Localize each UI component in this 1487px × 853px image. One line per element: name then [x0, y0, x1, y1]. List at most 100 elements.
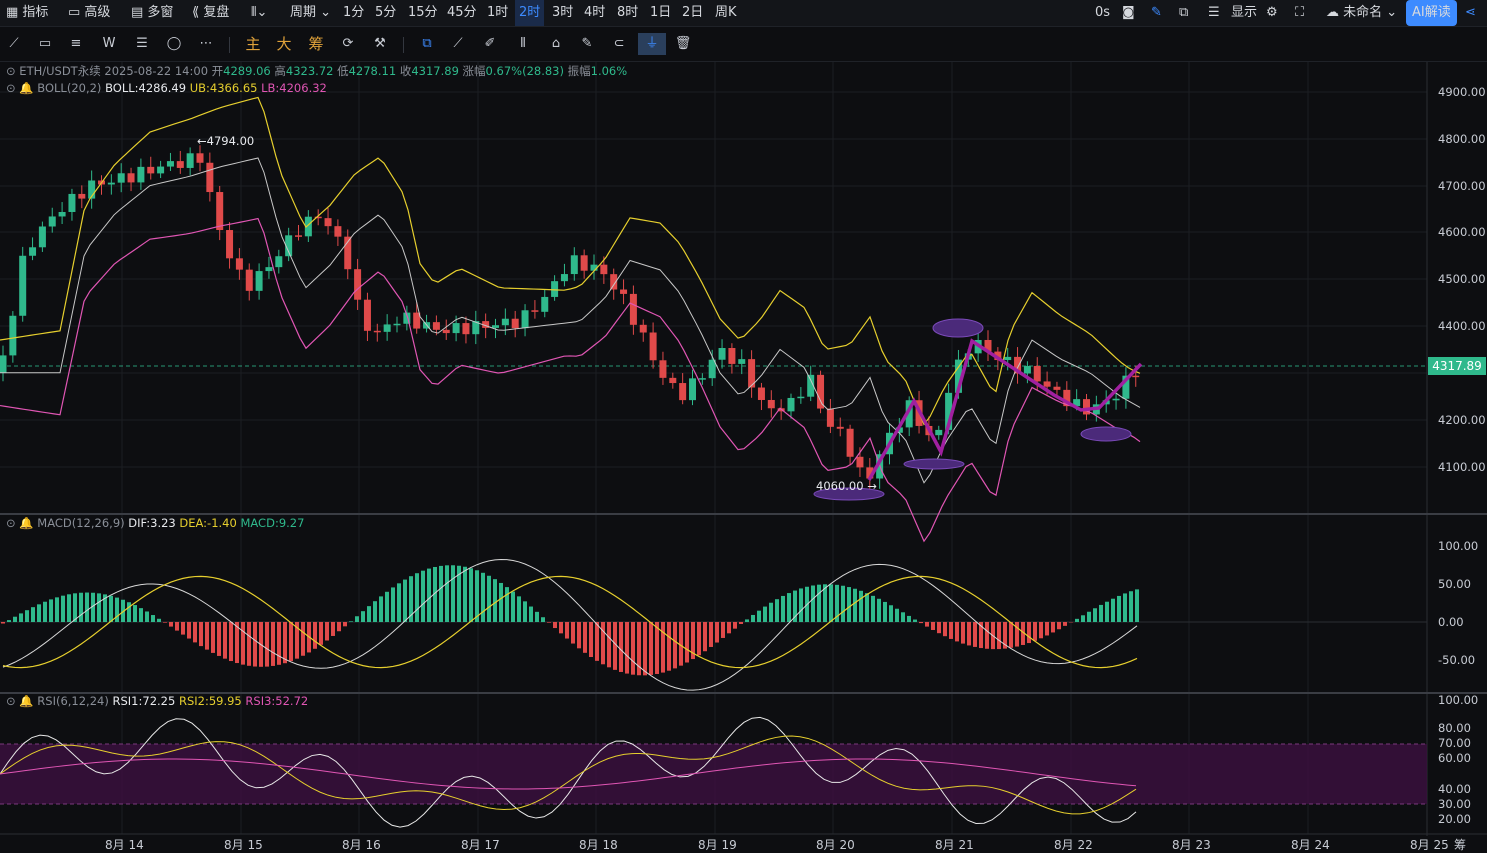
interval-15m[interactable]: 15分 — [408, 0, 438, 26]
brush-icon[interactable]: ✐ — [479, 33, 501, 55]
copy-icon[interactable]: ⧉ — [416, 33, 438, 55]
divider — [403, 37, 404, 53]
edit-icon[interactable]: ✎ — [576, 33, 598, 55]
interval-8h[interactable]: 8时 — [617, 0, 638, 26]
macd-bar — [919, 622, 923, 623]
trash-icon[interactable]: 🗑 — [672, 33, 694, 55]
sync-icon[interactable]: ⟳ — [337, 33, 359, 55]
big-order-button[interactable]: 大 — [273, 33, 295, 55]
candle-body — [433, 322, 440, 330]
interval-45m[interactable]: 45分 — [447, 0, 477, 26]
macd-bar — [475, 570, 479, 622]
share-icon[interactable]: ⋖ — [1465, 0, 1476, 26]
replay-button[interactable]: ⟪ 复盘 — [192, 0, 229, 26]
candlesticks — [0, 145, 1139, 489]
collapse-icon[interactable]: ⊙ — [6, 516, 16, 530]
macd-bar — [559, 622, 563, 633]
interval-week[interactable]: 周K — [715, 0, 737, 26]
macd-bar — [937, 622, 941, 633]
indicators-button[interactable]: ▦ 指标 — [6, 0, 48, 26]
macd-bar — [61, 596, 65, 622]
fullscreen-icon[interactable]: ⛶ — [1295, 0, 1304, 26]
macd-bar — [925, 622, 929, 627]
parallel-lines-icon[interactable]: ≡ — [65, 33, 87, 55]
macd-bar — [577, 622, 581, 648]
macd-bar — [997, 622, 1001, 649]
time-tick: 8月 19 — [698, 836, 737, 853]
macd-bar — [427, 569, 431, 622]
rsi2-value: RSI2:59.95 — [179, 694, 242, 708]
symbol-label: ETH/USDT永续 — [19, 64, 100, 78]
main-force-button[interactable]: 主 — [242, 33, 264, 55]
chips-toggle[interactable]: 筹 — [1454, 836, 1466, 853]
fib-tool-icon[interactable]: ☰ — [131, 33, 153, 55]
candle-body — [364, 300, 371, 331]
macd-bar — [1009, 622, 1013, 648]
lock-icon[interactable]: ⌂ — [545, 33, 567, 55]
chips-button[interactable]: 筹 — [305, 33, 327, 55]
chart-area[interactable]: ←4794.00 4060.00 → — [0, 62, 1487, 851]
line-tool-icon[interactable]: ⟋ — [3, 33, 25, 55]
macd-bar — [355, 616, 359, 622]
collapse-icon[interactable]: ⊙ — [6, 81, 16, 95]
macd-bar — [385, 592, 389, 622]
macd-bar — [349, 621, 353, 622]
bell-icon[interactable]: 🔔 — [19, 516, 33, 530]
measure-icon[interactable]: ⚒ — [369, 33, 391, 55]
interval-5m[interactable]: 5分 — [375, 0, 396, 26]
macd-bar — [1105, 602, 1109, 622]
interval-1d[interactable]: 1日 — [650, 0, 671, 26]
more-tools-icon[interactable]: ⋯ — [195, 33, 217, 55]
candle-body — [719, 348, 726, 360]
macd-bar — [439, 566, 443, 622]
macd-bar — [529, 607, 533, 622]
macd-bar — [601, 622, 605, 664]
ellipse-tool-icon[interactable]: ◯ — [163, 33, 185, 55]
filter-icon[interactable]: ⏚ — [638, 33, 666, 55]
rsi-tick: 30.00 — [1438, 797, 1471, 811]
macd-bar — [883, 602, 887, 622]
layout-dropdown[interactable]: ☁ 未命名 ⌄ — [1326, 0, 1397, 26]
interval-1m[interactable]: 1分 — [343, 0, 364, 26]
interval-1h[interactable]: 1时 — [487, 0, 508, 26]
collapse-icon[interactable]: ⊙ — [6, 64, 16, 78]
list-icon[interactable]: ☰ — [1208, 0, 1220, 26]
macd-bar — [187, 622, 191, 639]
camera-icon[interactable]: ◙ — [1122, 0, 1135, 26]
popout-icon[interactable]: ⧉ — [1179, 0, 1188, 26]
macd-bar — [43, 602, 47, 622]
time-tick: 8月 17 — [461, 836, 500, 853]
ruler-icon[interactable]: ⟋ — [447, 33, 469, 55]
macd-bar — [1057, 622, 1061, 629]
macd-tick: 50.00 — [1438, 577, 1471, 591]
gear-icon[interactable]: ⚙ — [1266, 0, 1278, 26]
advanced-button[interactable]: ▭ 高级 — [68, 0, 110, 26]
interval-2h[interactable]: 2时 — [515, 0, 544, 26]
bell-icon[interactable]: 🔔 — [19, 81, 33, 95]
multi-window-button[interactable]: ▤ 多窗 — [131, 0, 173, 26]
ai-interpret-button[interactable]: AI解读 — [1406, 0, 1457, 26]
interval-4h[interactable]: 4时 — [584, 0, 605, 26]
candle-body — [817, 375, 824, 409]
time-tick: 8月 20 — [816, 836, 855, 853]
high-value: 4323.72 — [286, 64, 334, 78]
price-tick: 4500.00 — [1438, 272, 1486, 286]
period-dropdown[interactable]: 周期 ⌄ — [290, 0, 331, 26]
collapse-icon[interactable]: ⊙ — [6, 694, 16, 708]
display-button[interactable]: 显示 — [1231, 0, 1257, 26]
macd-bar — [673, 622, 677, 668]
interval-3h[interactable]: 3时 — [552, 0, 573, 26]
candles-icon[interactable]: ⫴ — [512, 33, 534, 55]
chart-type-button[interactable]: ⫴⌄ — [251, 0, 267, 26]
macd-bar — [967, 622, 971, 645]
pencil-icon[interactable]: ✎ — [1151, 0, 1162, 26]
interval-2d[interactable]: 2日 — [682, 0, 703, 26]
bell-icon[interactable]: 🔔 — [19, 694, 33, 708]
candle-body — [147, 167, 154, 174]
wave-tool-icon[interactable]: W — [98, 33, 120, 55]
rectangle-tool-icon[interactable]: ▭ — [34, 33, 56, 55]
magnet-icon[interactable]: ⊂ — [608, 33, 630, 55]
time-tick: 8月 25 — [1410, 836, 1449, 853]
macd-bar — [499, 583, 503, 622]
macd-bar — [1087, 612, 1091, 622]
